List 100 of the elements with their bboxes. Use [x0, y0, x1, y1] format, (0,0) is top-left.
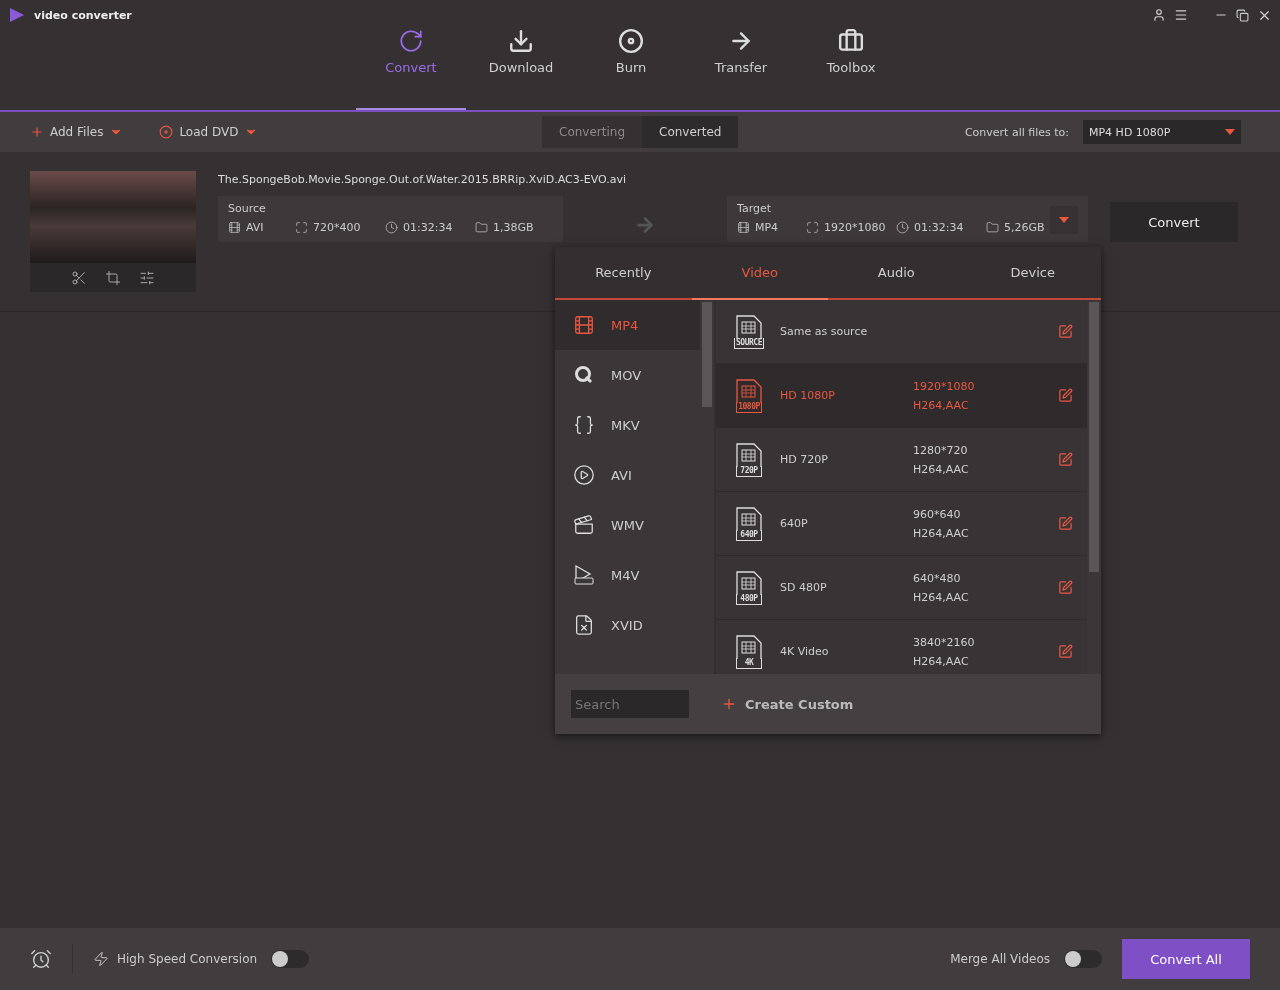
video-file-icon	[736, 442, 762, 467]
resolution-icon	[295, 221, 308, 234]
format-item[interactable]: MP4	[555, 300, 700, 350]
nav-tab[interactable]: Burn	[576, 26, 686, 110]
toolbox-icon	[838, 28, 864, 54]
preset-item[interactable]: 640P 640P 960*640 H264,AAC	[716, 492, 1087, 556]
magnifier-icon	[573, 364, 595, 386]
preset-resolution: 3840*2160	[913, 635, 976, 649]
file-badge: 720P	[736, 465, 762, 477]
preset-item[interactable]: 480P SD 480P 640*480 H264,AAC	[716, 556, 1087, 620]
format-icon	[737, 221, 750, 234]
preset-codec: H264,AAC	[913, 654, 970, 668]
preset-item[interactable]: 1080P HD 1080P 1920*1080 H264,AAC	[716, 364, 1087, 428]
format-item[interactable]: M4V	[555, 550, 700, 600]
edit-icon[interactable]	[1058, 388, 1073, 403]
restore-icon[interactable]	[1236, 8, 1249, 22]
info-title: Target	[737, 202, 773, 215]
crop-icon[interactable]	[105, 269, 121, 286]
plus-icon	[30, 125, 44, 139]
nav-tab[interactable]: Convert	[356, 26, 466, 110]
app-logo-icon	[8, 6, 26, 24]
preset-name: HD 1080P	[780, 389, 836, 402]
edit-icon[interactable]	[1058, 324, 1073, 339]
preset-name: Same as source	[780, 325, 869, 338]
load-dvd-button[interactable]: Load DVD	[159, 125, 259, 139]
category-tab[interactable]: Recently	[555, 247, 692, 300]
video-file-icon	[736, 378, 762, 403]
edit-icon[interactable]	[1058, 644, 1073, 659]
nav-tab[interactable]: Transfer	[686, 26, 796, 110]
menu-icon[interactable]	[1174, 8, 1188, 22]
format-item[interactable]: WMV	[555, 500, 700, 550]
info-value: MP4	[755, 221, 779, 234]
preset-name: 4K Video	[780, 645, 830, 658]
edit-icon[interactable]	[1058, 452, 1073, 467]
format-item[interactable]: MKV	[555, 400, 700, 450]
toggle-switch[interactable]	[1064, 950, 1102, 968]
scrollbar-thumb[interactable]	[702, 302, 712, 407]
high-speed-label: High Speed Conversion	[117, 952, 258, 966]
preset-name: 640P	[780, 517, 809, 530]
lightning-icon	[93, 951, 109, 967]
nav-tab[interactable]: Toolbox	[796, 26, 906, 110]
convert-button[interactable]: Convert	[1110, 202, 1238, 242]
preset-resolution: 1280*720	[913, 443, 969, 457]
format-item[interactable]: XVID	[555, 600, 700, 650]
file-x-icon	[573, 614, 595, 636]
account-icon[interactable]	[1152, 8, 1166, 22]
download-icon	[508, 28, 534, 54]
braces-icon	[573, 414, 595, 436]
caret-icon	[1225, 129, 1235, 135]
scissors-icon[interactable]	[71, 269, 87, 286]
info-title: Source	[228, 202, 267, 215]
format-item[interactable]: MOV	[555, 350, 700, 400]
add-files-button[interactable]: Add Files	[30, 125, 124, 139]
file-badge: 640P	[736, 529, 762, 541]
preset-codec: H264,AAC	[913, 526, 970, 540]
file-badge: 4K	[736, 657, 762, 669]
segment-tab[interactable]: Converted	[642, 116, 739, 148]
info-value: 1,38GB	[493, 221, 534, 234]
scrollbar-thumb[interactable]	[1089, 302, 1099, 572]
category-tab[interactable]: Audio	[828, 247, 965, 300]
search-field[interactable]: Search	[571, 690, 689, 718]
clapperboard-icon	[573, 514, 595, 536]
edit-icon[interactable]	[1058, 580, 1073, 595]
info-value: 5,26GB	[1004, 221, 1045, 234]
play-file-icon	[573, 564, 595, 586]
duration-icon	[385, 221, 398, 234]
preset-resolution: 960*640	[913, 507, 962, 521]
format-item[interactable]: AVI	[555, 450, 700, 500]
info-value: 1920*1080	[824, 221, 886, 234]
sliders-icon[interactable]	[139, 269, 155, 286]
preset-resolution: 640*480	[913, 571, 962, 585]
file-name: The.SpongeBob.Movie.Sponge.Out.of.Water.2015.BRRip.XviD.AC3-EVO.avi	[218, 173, 628, 186]
alarm-clock-icon[interactable]	[30, 948, 52, 970]
preset-name: SD 480P	[780, 581, 828, 594]
edit-icon[interactable]	[1058, 516, 1073, 531]
preset-item[interactable]: 720P HD 720P 1280*720 H264,AAC	[716, 428, 1087, 492]
format-icon	[228, 221, 241, 234]
file-badge: 1080P	[736, 401, 762, 413]
video-file-icon	[736, 570, 762, 595]
size-icon	[986, 221, 999, 234]
preset-codec: H264,AAC	[913, 398, 970, 412]
category-tab[interactable]: Device	[964, 247, 1101, 300]
segment-tab[interactable]: Converting	[542, 116, 642, 148]
duration-icon	[896, 221, 909, 234]
video-file-icon	[736, 506, 762, 531]
info-value: 720*400	[313, 221, 361, 234]
file-badge: SOURCE	[734, 337, 764, 349]
preset-codec: H264,AAC	[913, 590, 970, 604]
play-circle-icon	[573, 464, 595, 486]
convert-all-button[interactable]: Convert All	[1122, 939, 1250, 979]
info-value: 01:32:34	[403, 221, 453, 234]
output-format-select[interactable]: MP4 HD 1080P	[1083, 120, 1241, 144]
disc-icon	[618, 28, 644, 54]
video-file-icon	[736, 634, 762, 659]
format-dropdown-button[interactable]	[1050, 206, 1078, 234]
nav-tab[interactable]: Download	[466, 26, 576, 110]
plus-icon	[721, 696, 737, 712]
convert-all-label: Convert all files to:	[964, 125, 1069, 139]
toggle-switch[interactable]	[271, 950, 310, 968]
create-custom-button[interactable]: Create Custom	[721, 696, 854, 712]
